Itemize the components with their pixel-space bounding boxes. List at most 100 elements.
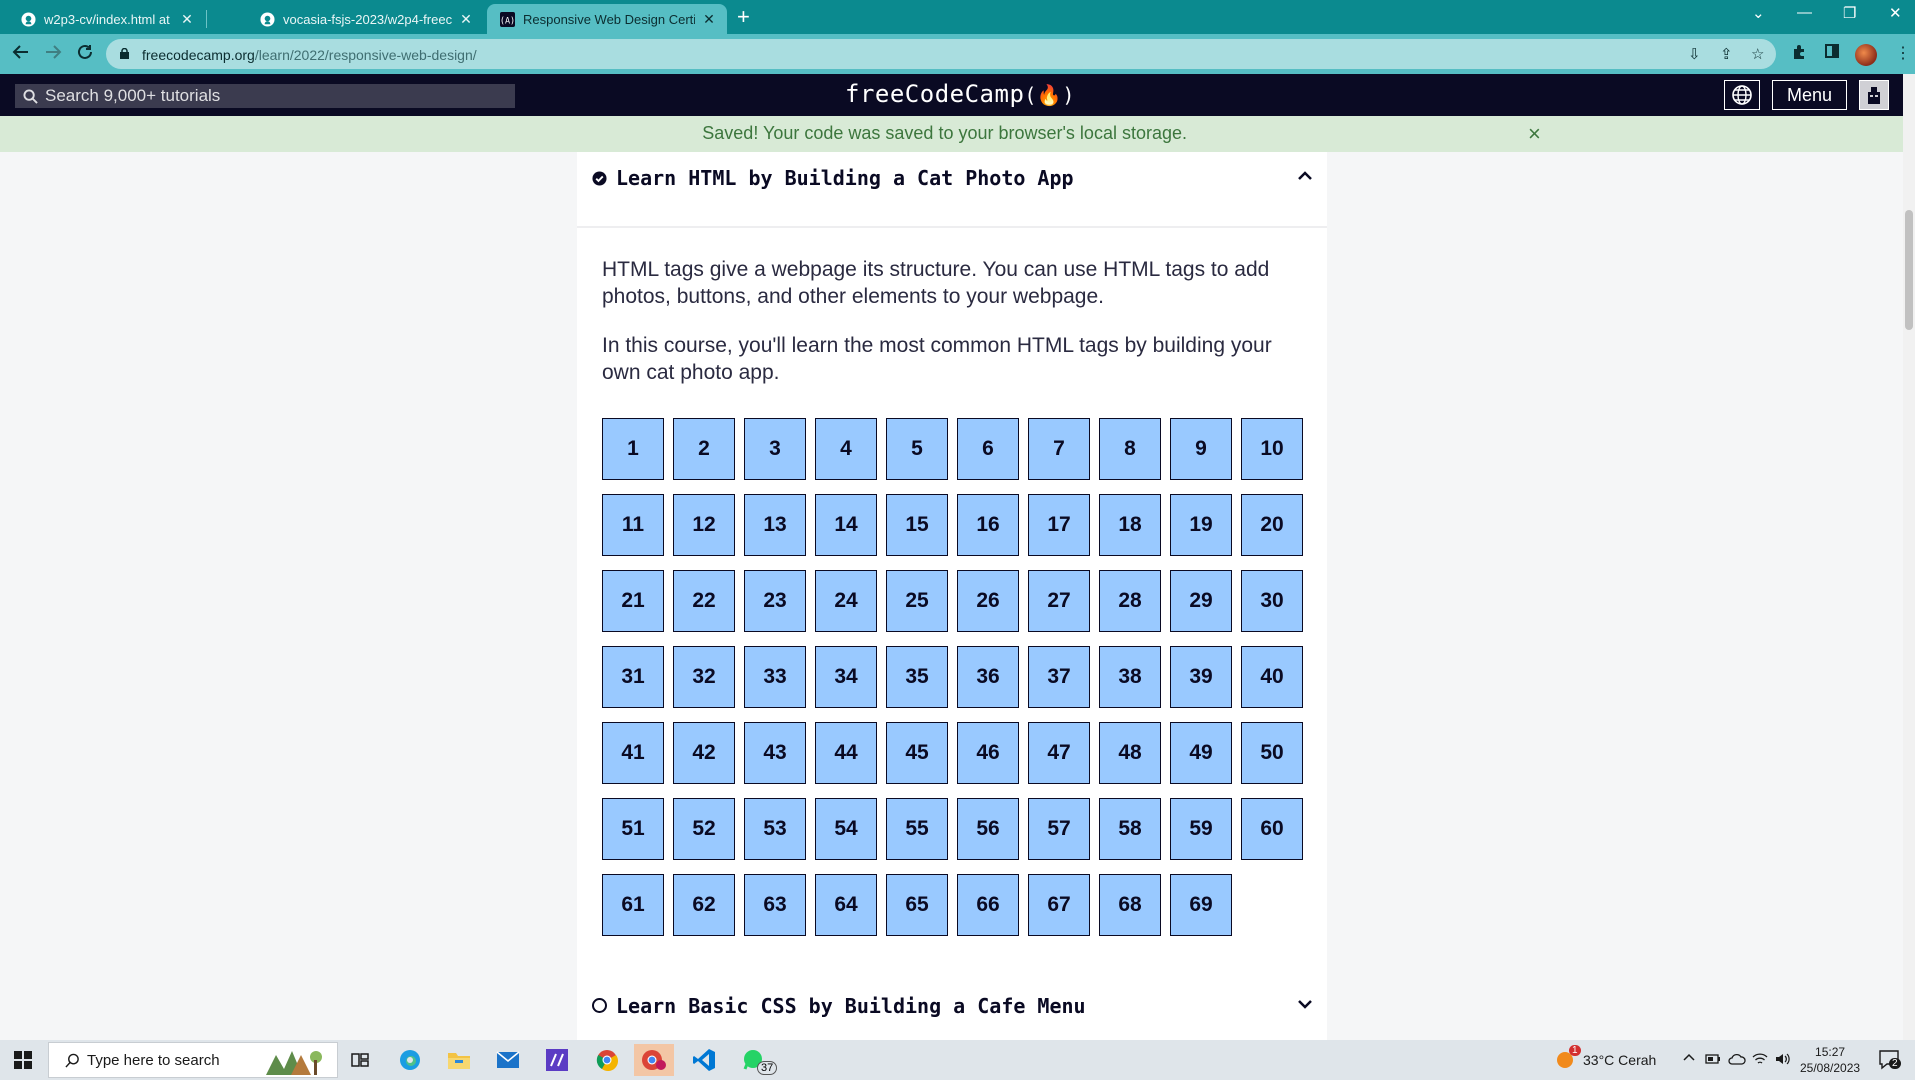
taskbar-clock[interactable]: 15:27 25/08/2023 — [1800, 1044, 1860, 1076]
step-button[interactable]: 50 — [1241, 722, 1303, 784]
step-button[interactable]: 28 — [1099, 570, 1161, 632]
weather-text[interactable]: 33°C Cerah — [1583, 1052, 1656, 1068]
step-button[interactable]: 35 — [886, 646, 948, 708]
minimize-icon[interactable]: — — [1797, 4, 1812, 21]
step-button[interactable]: 54 — [815, 798, 877, 860]
reload-icon[interactable] — [76, 43, 94, 66]
profile-avatar[interactable] — [1855, 44, 1877, 66]
bookmark-star-icon[interactable]: ☆ — [1751, 45, 1764, 63]
step-button[interactable]: 29 — [1170, 570, 1232, 632]
step-button[interactable]: 65 — [886, 874, 948, 936]
step-button[interactable]: 40 — [1241, 646, 1303, 708]
step-button[interactable]: 61 — [602, 874, 664, 936]
weather-icon[interactable]: 1 — [1555, 1045, 1581, 1072]
volume-icon[interactable] — [1775, 1052, 1791, 1069]
step-button[interactable]: 24 — [815, 570, 877, 632]
share-icon[interactable]: ⇪ — [1720, 45, 1733, 63]
close-flash-icon[interactable]: × — [1528, 123, 1541, 145]
wifi-icon[interactable] — [1752, 1052, 1768, 1069]
step-button[interactable]: 47 — [1028, 722, 1090, 784]
step-button[interactable]: 51 — [602, 798, 664, 860]
step-button[interactable]: 12 — [673, 494, 735, 556]
tab-search-icon[interactable]: ⌄ — [1752, 4, 1765, 22]
chrome-profile-icon-active[interactable] — [634, 1044, 674, 1076]
step-button[interactable]: 6 — [957, 418, 1019, 480]
step-button[interactable]: 9 — [1170, 418, 1232, 480]
step-button[interactable]: 45 — [886, 722, 948, 784]
step-button[interactable]: 10 — [1241, 418, 1303, 480]
close-window-icon[interactable]: ✕ — [1889, 4, 1902, 22]
step-button[interactable]: 56 — [957, 798, 1019, 860]
close-tab-icon[interactable]: ✕ — [701, 11, 717, 28]
onedrive-cloud-icon[interactable] — [1728, 1052, 1746, 1068]
new-tab-button[interactable]: + — [737, 5, 750, 29]
step-button[interactable]: 39 — [1170, 646, 1232, 708]
fcc-logo[interactable]: freeCodeCamp(🔥) — [845, 80, 1075, 108]
step-button[interactable]: 27 — [1028, 570, 1090, 632]
user-avatar[interactable] — [1859, 80, 1889, 110]
step-button[interactable]: 21 — [602, 570, 664, 632]
step-button[interactable]: 38 — [1099, 646, 1161, 708]
step-button[interactable]: 43 — [744, 722, 806, 784]
mail-icon[interactable] — [488, 1044, 528, 1076]
step-button[interactable]: 58 — [1099, 798, 1161, 860]
address-bar[interactable]: freecodecamp.org/learn/2022/responsive-w… — [106, 39, 1776, 69]
chevron-down-icon[interactable] — [1297, 996, 1313, 1012]
step-button[interactable]: 25 — [886, 570, 948, 632]
step-button[interactable]: 32 — [673, 646, 735, 708]
browser-tab-2[interactable]: vocasia-fsjs-2023/w2p4-freecode ✕ — [239, 4, 484, 34]
step-button[interactable]: 67 — [1028, 874, 1090, 936]
chevron-up-icon[interactable] — [1297, 168, 1313, 184]
search-bar[interactable] — [15, 84, 515, 108]
forward-arrow-icon[interactable] — [44, 43, 62, 66]
search-input[interactable] — [45, 86, 505, 106]
browser-tab-1[interactable]: w2p3-cv/index.html at Shefiagm ✕ — [0, 4, 205, 34]
step-button[interactable]: 19 — [1170, 494, 1232, 556]
step-button[interactable]: 17 — [1028, 494, 1090, 556]
battery-icon[interactable] — [1705, 1052, 1721, 1068]
chrome-icon[interactable] — [587, 1044, 627, 1076]
vscode-icon[interactable] — [684, 1044, 724, 1076]
step-button[interactable]: 8 — [1099, 418, 1161, 480]
step-button[interactable]: 14 — [815, 494, 877, 556]
restore-icon[interactable]: ❐ — [1843, 4, 1856, 22]
step-button[interactable]: 18 — [1099, 494, 1161, 556]
step-button[interactable]: 69 — [1170, 874, 1232, 936]
step-button[interactable]: 11 — [602, 494, 664, 556]
page-scrollbar-thumb[interactable] — [1905, 210, 1913, 330]
file-explorer-icon[interactable] — [439, 1044, 479, 1076]
step-button[interactable]: 31 — [602, 646, 664, 708]
step-button[interactable]: 33 — [744, 646, 806, 708]
step-button[interactable]: 15 — [886, 494, 948, 556]
step-button[interactable]: 4 — [815, 418, 877, 480]
install-app-icon[interactable]: ⇩ — [1688, 45, 1701, 63]
step-button[interactable]: 59 — [1170, 798, 1232, 860]
step-button[interactable]: 3 — [744, 418, 806, 480]
block-header-cafe-menu[interactable]: Learn Basic CSS by Building a Cafe Menu — [577, 962, 1327, 1040]
step-button[interactable]: 48 — [1099, 722, 1161, 784]
tray-chevron-up-icon[interactable] — [1683, 1050, 1695, 1066]
step-button[interactable]: 44 — [815, 722, 877, 784]
windows-start-icon[interactable] — [14, 1051, 32, 1069]
step-button[interactable]: 20 — [1241, 494, 1303, 556]
step-button[interactable]: 34 — [815, 646, 877, 708]
step-button[interactable]: 23 — [744, 570, 806, 632]
step-button[interactable]: 42 — [673, 722, 735, 784]
block-header-cat-photo-app[interactable]: Learn HTML by Building a Cat Photo App — [577, 152, 1327, 228]
step-button[interactable]: 64 — [815, 874, 877, 936]
step-button[interactable]: 63 — [744, 874, 806, 936]
step-button[interactable]: 26 — [957, 570, 1019, 632]
step-button[interactable]: 37 — [1028, 646, 1090, 708]
taskbar-search[interactable] — [48, 1042, 338, 1078]
language-button[interactable] — [1724, 80, 1760, 110]
step-button[interactable]: 46 — [957, 722, 1019, 784]
step-button[interactable]: 55 — [886, 798, 948, 860]
browser-tab-3-active[interactable]: (A) Responsive Web Design Certifica ✕ — [487, 4, 727, 34]
step-button[interactable]: 30 — [1241, 570, 1303, 632]
step-button[interactable]: 62 — [673, 874, 735, 936]
close-tab-icon[interactable]: ✕ — [179, 11, 195, 28]
step-button[interactable]: 2 — [673, 418, 735, 480]
step-button[interactable]: 57 — [1028, 798, 1090, 860]
step-button[interactable]: 36 — [957, 646, 1019, 708]
step-button[interactable]: 13 — [744, 494, 806, 556]
